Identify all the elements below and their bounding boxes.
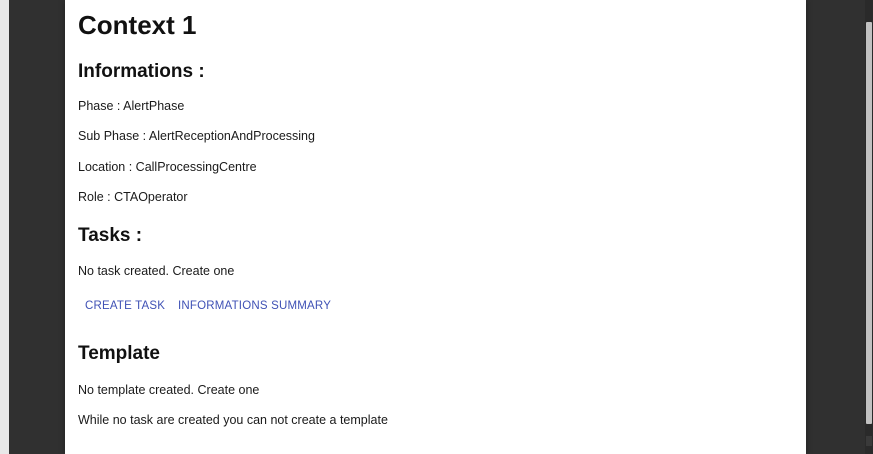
role-text: Role : CTAOperator bbox=[78, 190, 188, 204]
sub-phase-text: Sub Phase : AlertReceptionAndProcessing bbox=[78, 129, 315, 143]
tasks-heading: Tasks : bbox=[78, 225, 143, 246]
dialog-backdrop-left bbox=[9, 0, 65, 454]
location-text: Location : CallProcessingCentre bbox=[78, 160, 257, 174]
create-task-button[interactable]: CREATE TASK bbox=[85, 298, 165, 314]
informations-summary-button[interactable]: INFORMATIONS SUMMARY bbox=[178, 298, 331, 314]
left-window-edge bbox=[0, 0, 9, 454]
tasks-empty-message: No task created. Create one bbox=[78, 264, 235, 278]
template-heading: Template bbox=[78, 343, 161, 364]
template-notice: While no task are created you can not cr… bbox=[78, 413, 388, 427]
vertical-scrollbar[interactable] bbox=[865, 0, 873, 454]
template-empty-message: No template created. Create one bbox=[78, 383, 260, 397]
scrollbar-thumb[interactable] bbox=[866, 22, 872, 424]
dialog-backdrop-right bbox=[806, 0, 865, 454]
context-title: Context 1 bbox=[78, 10, 197, 40]
phase-text: Phase : AlertPhase bbox=[78, 99, 185, 113]
scrollbar-down-arrow[interactable] bbox=[866, 436, 872, 446]
informations-heading: Informations : bbox=[78, 61, 205, 82]
